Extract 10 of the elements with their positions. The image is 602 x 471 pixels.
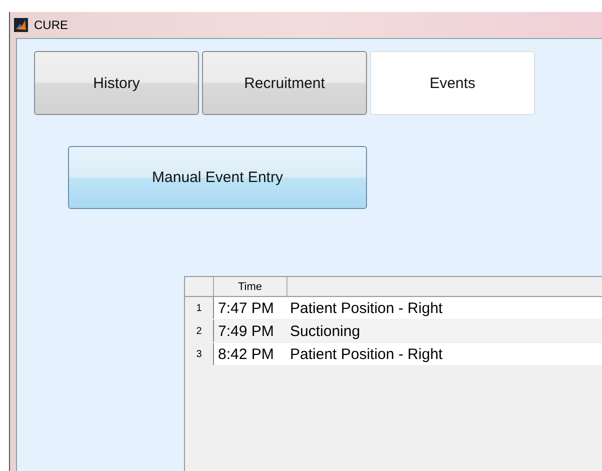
manual-event-entry-button[interactable]: Manual Event Entry [68, 146, 367, 209]
table-cell: Patient Position - Right [286, 343, 602, 365]
app-logo-icon [14, 18, 28, 32]
tab[interactable]: Recruitment [202, 51, 367, 115]
tab[interactable]: History [34, 51, 199, 115]
table-cell: 8:42 PM [214, 343, 286, 365]
table-cell: 7:47 PM [214, 297, 286, 319]
table-cell: Patient Position - Right [286, 297, 602, 319]
tab[interactable]: Events [370, 51, 535, 115]
window-title: CURE [34, 18, 68, 32]
